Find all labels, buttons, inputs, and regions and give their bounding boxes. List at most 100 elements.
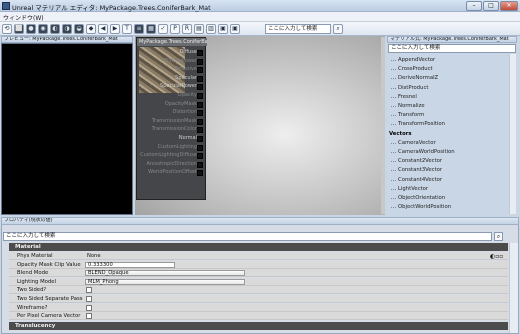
property-checkbox[interactable] (86, 313, 92, 320)
window-title: Unreal マテリアル エディタ: MyPackage.Trees.Conif… (12, 4, 211, 12)
property-row: Two Sided? (9, 286, 508, 295)
node-input-pin[interactable]: Diffuse (137, 49, 203, 56)
node-input-pin[interactable]: DiffusePower (137, 58, 203, 65)
category-translucency[interactable]: Translucency (9, 322, 508, 330)
node-input-pin[interactable]: CustomLighting (137, 144, 203, 151)
node-input-pin[interactable]: AnisotropicDirection (137, 161, 203, 168)
property-label: Two Sided Separate Pass (17, 296, 83, 302)
toolbar-button[interactable]: ◀ (98, 24, 108, 34)
toolbar-button[interactable]: ✓ (158, 24, 168, 34)
toolbar-button[interactable]: ▣ (230, 24, 240, 34)
library-search-input[interactable]: ここに入力して検索 (388, 44, 516, 53)
toolbar-button[interactable]: ● (26, 24, 36, 34)
toolbar-button[interactable]: R (182, 24, 192, 34)
property-label: Wireframe? (17, 304, 48, 311)
toolbar-button[interactable]: ▣ (218, 24, 228, 34)
expression-category[interactable]: Vectors (388, 130, 411, 138)
property-row: Wireframe? (9, 303, 508, 312)
category-material[interactable]: Material (9, 243, 508, 251)
expression-item[interactable]: CrossProduct (388, 65, 433, 73)
property-dropdown[interactable]: MLM_Phong (85, 278, 245, 285)
toolbar-button[interactable]: ▤ (194, 24, 204, 34)
expression-item[interactable]: Constant3Vector (388, 166, 442, 174)
expression-item[interactable]: Normalize (388, 102, 425, 110)
node-input-pin[interactable]: WorldPositionOffset (137, 169, 203, 177)
node-input-pin[interactable]: OpacityMask (137, 101, 203, 108)
toolbar-button[interactable]: ▥ (206, 24, 216, 34)
property-value[interactable]: None (85, 253, 101, 259)
node-input-pin[interactable]: Specular (137, 75, 203, 82)
property-checkbox[interactable] (86, 304, 92, 311)
expression-item[interactable]: ObjectOrientation (388, 194, 445, 202)
title-bar: Unreal マテリアル エディタ: MyPackage.Trees.Conif… (0, 0, 520, 12)
node-input-pin[interactable]: CustomLightingDiffuse (137, 152, 203, 160)
toolbar-button[interactable]: ▦ (146, 24, 156, 34)
expression-item[interactable]: AppendVector (388, 56, 435, 64)
property-row: Opacity Mask Clip Value 0.333300 (9, 260, 508, 269)
node-title: MyPackage.Trees.ConiferBark_Mat (137, 38, 207, 46)
expression-item[interactable]: Transform (388, 111, 424, 119)
node-input-pin[interactable]: TransmissionMask (137, 118, 203, 125)
menu-window[interactable]: ウィンドウ(W) (3, 13, 44, 22)
property-row: Blend Mode BLEND_Opaque (9, 269, 508, 278)
toolbar-button[interactable]: ◑ (62, 24, 72, 34)
search-icon[interactable]: ⌕ (333, 24, 343, 34)
toolbar-button[interactable]: ◆ (86, 24, 96, 34)
node-input-pin[interactable]: Opacity (137, 92, 203, 99)
toolbar-button[interactable]: ◉ (38, 24, 48, 34)
property-row: Two Sided Separate Pass (9, 295, 508, 303)
minimize-button[interactable]: – (466, 1, 482, 11)
property-label: Opacity Mask Clip Value (17, 261, 81, 268)
close-button[interactable]: ✕ (500, 1, 518, 11)
properties-header: プロパティ(現状の値) (1, 217, 519, 225)
expression-item[interactable]: Constant2Vector (388, 157, 442, 165)
property-action-icons[interactable]: ◐▫▫ (490, 253, 503, 260)
expression-item[interactable]: DeriveNormalZ (388, 74, 438, 82)
property-row: Lighting Model MLM_Phong (9, 277, 508, 286)
toolbar-button[interactable]: ▶ (110, 24, 120, 34)
property-checkbox[interactable] (86, 287, 92, 294)
expression-item[interactable]: Constant4Vector (388, 176, 442, 184)
expression-item[interactable]: TransformPosition (388, 120, 445, 128)
expression-item[interactable]: ObjectWorldPosition (388, 203, 451, 211)
toolbar-button[interactable]: ◐ (50, 24, 60, 34)
expression-item[interactable]: DistProduct (388, 84, 429, 92)
property-label: Lighting Model (17, 278, 56, 285)
preview-viewport[interactable] (1, 43, 133, 215)
toolbar-button[interactable]: ⬜ (14, 24, 24, 34)
material-node[interactable]: MyPackage.Trees.ConiferBark_Mat Diffuse D… (136, 37, 207, 200)
graph-scrollbar[interactable] (381, 37, 385, 214)
property-row: Per Pixel Camera Vector (9, 312, 508, 321)
properties-search-icon[interactable]: ⌕ (494, 232, 503, 241)
property-label: Two Sided? (17, 287, 47, 294)
toolbar-button[interactable]: ≡ (134, 24, 144, 34)
properties-scrollbar[interactable] (509, 243, 518, 333)
node-input-pin[interactable]: Normal (137, 135, 203, 142)
node-input-pin[interactable]: Emissive (137, 66, 203, 74)
node-input-pin[interactable]: TransmissionColor (137, 126, 203, 134)
expression-item[interactable]: CameraVector (388, 139, 436, 147)
app-icon (2, 2, 10, 10)
expression-item[interactable]: CameraWorldPosition (388, 148, 455, 156)
property-dropdown[interactable]: BLEND_Opaque (85, 270, 245, 277)
toolbar-button[interactable]: ◒ (74, 24, 84, 34)
toolbar: ⟲ ⬜ ● ◉ ◐ ◑ ◒ ◆ ◀ ▶ T ≡ ▦ ✓ P R ▤ ▥ ▣ ▣ ここに入力して検索 ⌕ (0, 22, 520, 36)
property-value[interactable]: 0.333300 (85, 261, 175, 268)
expression-item[interactable]: LightVector (388, 185, 428, 193)
maximize-button[interactable]: □ (483, 1, 499, 11)
node-input-pin[interactable]: SpecularPower (137, 83, 203, 91)
property-label: Blend Mode (17, 270, 49, 277)
library-header: マテリアル式: MyPackage.Trees.ConiferBark_Mat (387, 36, 517, 43)
expression-item[interactable]: Fresnel (388, 93, 417, 101)
toolbar-button[interactable]: ⟲ (2, 24, 12, 34)
menu-bar: ウィンドウ(W) (0, 12, 520, 22)
property-row: Phys Material None (9, 252, 508, 260)
properties-search-input[interactable]: ここに入力して検索 (3, 232, 492, 241)
node-input-pin[interactable]: Distortion (137, 109, 203, 117)
toolbar-search-input[interactable]: ここに入力して検索 (265, 24, 331, 34)
library-scrollbar[interactable] (509, 54, 516, 214)
toolbar-button[interactable]: T (122, 24, 132, 34)
property-checkbox[interactable] (86, 296, 92, 302)
preview-header: プレビュー: MyPackage.Trees.ConiferBark_Mat (1, 36, 133, 43)
toolbar-button[interactable]: P (170, 24, 180, 34)
